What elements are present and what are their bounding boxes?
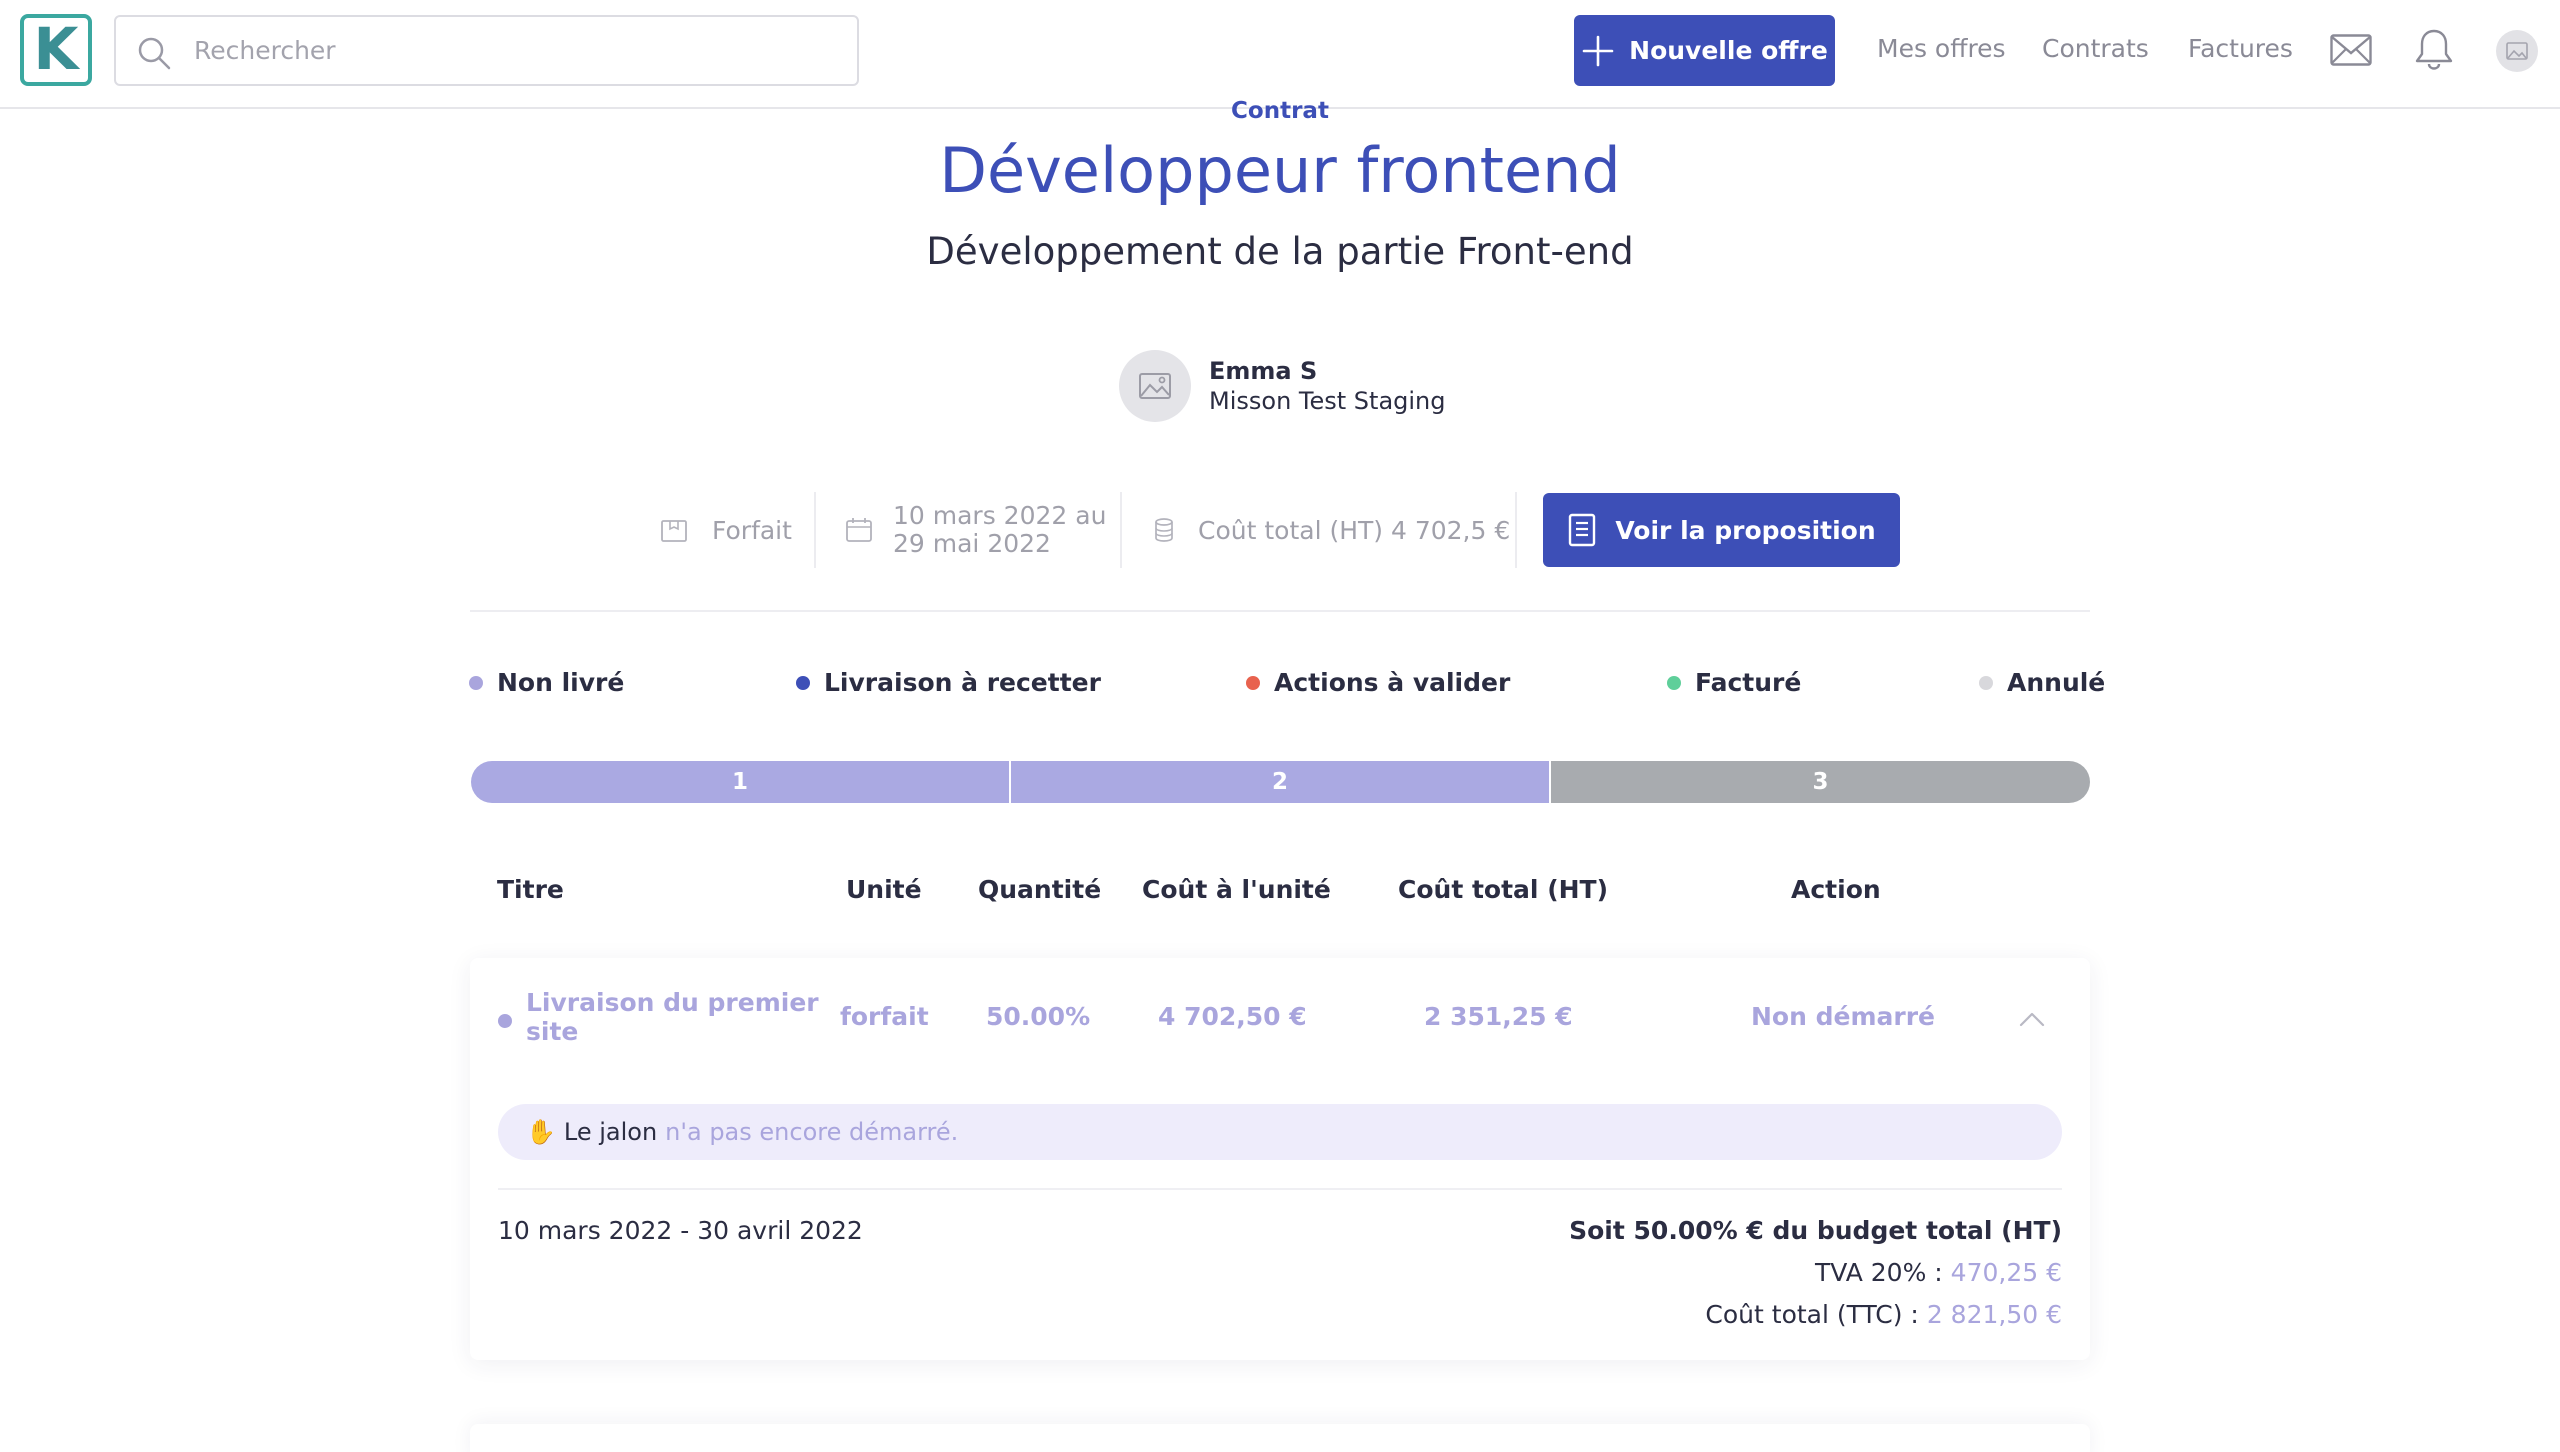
milestone-segment-3[interactable]: 3: [1551, 761, 2090, 803]
legend-label: Actions à valider: [1274, 668, 1511, 697]
search-box[interactable]: [114, 15, 859, 86]
milestone-segment-1[interactable]: 1: [471, 761, 1009, 803]
logo-letter: K: [33, 15, 79, 83]
plus-icon: [1582, 35, 1614, 66]
contract-date-start: 10 mars 2022 au: [893, 501, 1107, 530]
view-proposal-button[interactable]: Voir la proposition: [1543, 493, 1900, 567]
notice-highlight: n'a pas encore démarré.: [665, 1118, 959, 1146]
bell-icon[interactable]: [2414, 28, 2454, 70]
contract-cost-label: Coût total (HT) 4 702,5 €: [1198, 515, 1511, 545]
legend-label: Facturé: [1695, 668, 1802, 697]
section-divider: [470, 610, 2090, 612]
new-offer-label: Nouvelle offre: [1629, 36, 1828, 65]
milestone-total-cost: 2 351,25 €: [1424, 1002, 1573, 1031]
contract-dates-text: 10 mars 2022 au 29 mai 2022: [893, 502, 1106, 558]
contract-type: Forfait: [660, 492, 792, 568]
milestone-progress-bar: 1 2 3: [471, 761, 2090, 803]
image-placeholder-icon: [1139, 373, 1171, 399]
person-info: Emma S Misson Test Staging: [1209, 357, 1446, 415]
milestone-title: Livraison du premier site: [526, 988, 819, 1046]
tva-value: 470,25 €: [1950, 1258, 2062, 1287]
milestone-budget-share: Soit 50.00% € du budget total (HT): [1569, 1216, 2062, 1245]
nav-mes-offres[interactable]: Mes offres: [1877, 34, 2006, 63]
legend-dot: [1246, 675, 1260, 690]
top-bar: K Nouvelle offre Mes offres Contrats Fac…: [0, 0, 2560, 109]
legend-label: Annulé: [2007, 668, 2106, 697]
chevron-up-icon[interactable]: [2018, 1008, 2046, 1030]
legend-facture: Facturé: [1667, 668, 1801, 697]
milestone-unit-cost: 4 702,50 €: [1158, 1002, 1307, 1031]
document-icon: [1569, 513, 1596, 547]
page-title: Développeur frontend: [939, 134, 1621, 207]
milestone-dates: 10 mars 2022 - 30 avril 2022: [498, 1216, 863, 1245]
legend-dot: [796, 675, 810, 690]
column-header-quantite: Quantité: [978, 875, 1102, 904]
search-input[interactable]: [194, 17, 834, 84]
nav-factures[interactable]: Factures: [2188, 34, 2293, 63]
column-header-cout-total: Coût total (HT): [1398, 875, 1609, 904]
column-header-cout-unite: Coût à l'unité: [1142, 875, 1331, 904]
ttc-label: Coût total (TTC) :: [1705, 1300, 1919, 1329]
legend-label: Livraison à recetter: [824, 668, 1101, 697]
contract-type-label: Forfait: [712, 515, 792, 545]
meta-separator: [1515, 492, 1517, 568]
nav-contrats[interactable]: Contrats: [2042, 34, 2149, 63]
package-icon: [661, 520, 687, 542]
image-placeholder-icon: [2506, 42, 2528, 60]
legend-actions-a-valider: Actions à valider: [1246, 668, 1510, 697]
freelancer-card[interactable]: Emma S Misson Test Staging: [1119, 350, 1446, 422]
milestone-status-dot: [498, 1014, 512, 1028]
milestone-notice: ✋ Le jalon n'a pas encore démarré.: [498, 1104, 2062, 1160]
milestone-action-status: Non démarré: [1751, 1002, 1935, 1031]
person-avatar: [1119, 350, 1191, 422]
meta-separator: [1120, 492, 1122, 568]
legend-dot: [469, 675, 483, 690]
calendar-icon: [846, 518, 872, 542]
milestone-card-next: [470, 1424, 2090, 1452]
notice-prefix: Le jalon: [563, 1118, 658, 1146]
legend-non-livre: Non livré: [469, 668, 624, 697]
mail-icon[interactable]: [2330, 34, 2372, 66]
milestone-unit: forfait: [840, 1002, 929, 1031]
milestone-title-line: Livraison du premier: [526, 988, 819, 1017]
legend-dot: [1979, 675, 1993, 690]
milestone-card: Livraison du premier site forfait 50.00%…: [470, 958, 2090, 1360]
search-icon: [138, 37, 171, 70]
raised-hand-icon: ✋: [526, 1118, 556, 1146]
milestone-tva: TVA 20% : 470,25 €: [1815, 1258, 2062, 1287]
tva-label: TVA 20% :: [1814, 1258, 1943, 1287]
contract-date-end: 29 mai 2022: [893, 529, 1051, 558]
app-logo[interactable]: K: [20, 14, 92, 86]
legend-annule: Annulé: [1979, 668, 2105, 697]
new-offer-button[interactable]: Nouvelle offre: [1574, 15, 1835, 86]
person-name: Emma S: [1209, 357, 1318, 385]
milestone-title-line: site: [526, 1017, 579, 1046]
contract-cost: Coût total (HT) 4 702,5 €: [1152, 492, 1510, 568]
legend-label: Non livré: [497, 668, 625, 697]
user-avatar-icon[interactable]: [2496, 30, 2538, 72]
milestone-quantity: 50.00%: [986, 1002, 1091, 1031]
legend-dot: [1667, 675, 1681, 690]
column-header-titre: Titre: [497, 875, 564, 904]
person-mission: Misson Test Staging: [1209, 387, 1446, 415]
card-divider: [498, 1188, 2062, 1190]
milestone-segment-2[interactable]: 2: [1011, 761, 1549, 803]
legend-livraison-a-recetter: Livraison à recetter: [796, 668, 1101, 697]
page-subtitle: Développement de la partie Front-end: [926, 230, 1634, 273]
milestone-ttc: Coût total (TTC) : 2 821,50 €: [1705, 1300, 2062, 1329]
view-proposal-label: Voir la proposition: [1615, 515, 1876, 545]
page-eyebrow: Contrat: [1231, 98, 1329, 124]
coins-icon: [1155, 518, 1173, 542]
column-header-unite: Unité: [846, 875, 922, 904]
meta-separator: [814, 492, 816, 568]
column-header-action: Action: [1791, 875, 1881, 904]
ttc-value: 2 821,50 €: [1926, 1300, 2062, 1329]
contract-dates: 10 mars 2022 au 29 mai 2022: [845, 492, 1106, 568]
